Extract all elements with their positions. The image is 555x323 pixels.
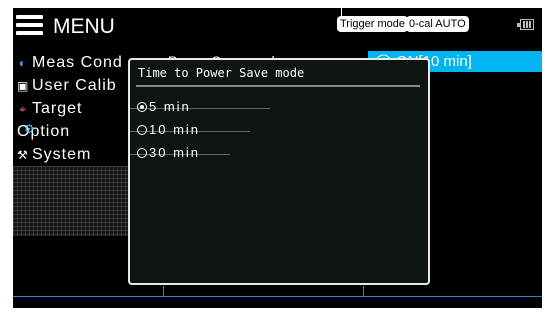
option-label: 10 min [149, 122, 201, 137]
grid-pattern-background [13, 166, 131, 236]
device-frame: MENU Trigger mode 0-cal AUTO Power Save … [0, 0, 555, 323]
dialog-title: Time to Power Save mode [138, 66, 305, 80]
target-icon: ⌖ [19, 102, 27, 116]
radio-selected-icon [137, 102, 147, 112]
top-bar: MENU Trigger mode 0-cal AUTO [13, 8, 542, 42]
menu-item-label: Meas Cond [32, 54, 123, 71]
system-tools-icon: ⚒ [17, 148, 29, 162]
dialog-title-separator [136, 85, 420, 87]
hamburger-menu-icon[interactable] [16, 15, 43, 36]
option-10-min[interactable]: 10 min [137, 121, 200, 139]
option-5-min[interactable]: 5 min [137, 98, 191, 116]
bottom-divider [13, 296, 542, 297]
device-screen: MENU Trigger mode 0-cal AUTO Power Save … [13, 8, 542, 308]
option-label: 30 min [149, 145, 201, 160]
menu-item-label: System [32, 146, 92, 163]
radio-unselected-icon [137, 125, 147, 135]
battery-icon [517, 19, 534, 30]
menu-item-label: User Calib [32, 77, 117, 94]
power-save-time-dialog: Time to Power Save mode 5 min 10 min 30 … [128, 58, 430, 285]
bottom-tick [363, 286, 364, 296]
bottom-tick [163, 286, 164, 296]
option-30-min[interactable]: 30 min [137, 144, 200, 162]
menu-item-label: Target [32, 100, 83, 117]
radio-unselected-icon [137, 148, 147, 158]
option-label: 5 min [149, 99, 191, 114]
option-gear-icon: ⚙ [24, 122, 37, 136]
meas-icon: ◐ [18, 56, 28, 70]
trigger-mode-badge: Trigger mode [337, 16, 409, 32]
zero-cal-badge: 0-cal AUTO [406, 16, 469, 32]
menu-title: MENU [53, 15, 115, 38]
user-calib-icon: ▣ [17, 79, 30, 93]
